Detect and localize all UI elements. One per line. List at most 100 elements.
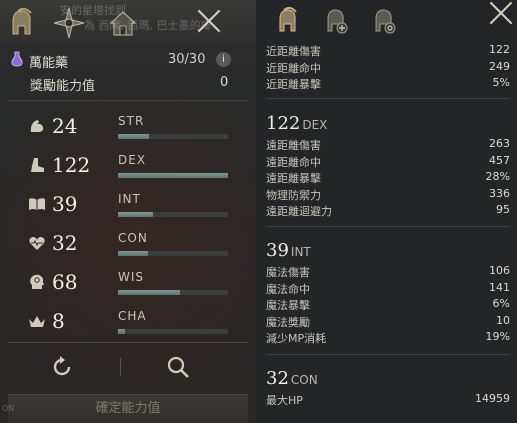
helmet-gear-tab-icon[interactable] [368,6,398,36]
stat-name: STR [118,114,145,128]
section-divider [266,226,510,227]
section-divider [266,354,510,355]
stat-row: 魔法命中 141 [266,281,510,298]
row-label: 遠距離暴擊 [266,172,321,185]
row-label: 近距離暴擊 [266,78,321,91]
row-value: 6% [492,297,510,310]
stat-dex[interactable]: 122 DEX [28,153,233,187]
divider [8,100,248,101]
row-label: 魔法命中 [266,282,310,296]
stat-name: DEX [118,153,147,167]
close-icon[interactable] [488,0,514,26]
row-label: 魔法暴擊 [266,299,310,312]
warrior-helmet-icon[interactable] [4,6,38,40]
stat-row: 物理防禦力 336 [266,187,510,204]
con-section: 32 CON 最大HP 14959 [266,368,510,409]
bonus-points-label: 獎勵能力值 [30,79,96,94]
stat-value: 39 [52,192,78,216]
helmet-tab-icon[interactable] [272,6,302,36]
row-value: 263 [489,137,510,150]
stat-allocation-panel: 安的星塔找到 為 西陽, 西瑪, 巴士墨的庫 萬能藥 30/30 i 獎勵能力值… [0,0,256,423]
stat-row: 魔法傷害 106 [266,264,510,281]
section-heading: 32 CON [266,368,510,392]
stat-bar-fill [118,290,180,295]
stat-value: 8 [52,309,65,333]
stat-row: 近距離暴擊 5% [266,76,510,93]
row-label: 遠距離傷害 [266,139,321,152]
stat-bar-fill [118,212,154,217]
stat-bar-fill [118,329,125,334]
section-abbr: CON [290,373,318,387]
row-value: 14959 [475,392,510,405]
stat-row: 最大HP 14959 [266,392,510,409]
stat-value: 32 [52,231,78,255]
stat-row: 遠距離暴擊 28% [266,170,510,187]
stat-row: 遠距離命中 457 [266,154,510,171]
elixir-label: 萬能藥 [29,56,69,71]
row-label: 遠距離迴避力 [266,205,332,218]
bicep-icon [30,120,44,132]
dex-section: 122 DEX 遠距離傷害 263 遠距離命中 457 遠距離暴擊 28% 物理防禦力 3… [266,113,510,220]
stat-bar [118,290,228,295]
background-quest-text-1: 安的星塔找到 [60,4,126,17]
corner-label: ON [2,404,15,413]
row-label: 遠距離命中 [266,155,321,169]
row-value: 336 [489,186,510,200]
bonus-points-row: 獎勵能力值 0 [30,75,230,94]
str-stat-rows: 近距離傷害 122 近距離命中 249 近距離暴擊 5% [266,43,510,93]
stat-value: 68 [52,270,78,294]
stat-bar-fill [118,251,148,256]
stat-con[interactable]: 32 CON [28,231,233,265]
reset-icon[interactable] [49,354,75,380]
stat-cha[interactable]: 8 CHA [28,309,233,343]
row-value: 10 [496,313,510,327]
row-value: 106 [489,264,510,277]
elixir-potion-icon [11,51,23,67]
helmet-plus-tab-icon[interactable] [320,6,350,36]
stat-name: WIS [118,270,145,284]
stat-details-panel: 近距離傷害 122 近距離命中 249 近距離暴擊 5% 122 DEX 遠距離傷害 26… [256,0,517,423]
stat-row: 魔法暴擊 6% [266,297,510,314]
head-icon [30,274,44,289]
elixir-row: 萬能藥 30/30 i [10,50,246,71]
section-abbr: DEX [302,118,328,132]
stat-row: 近距離命中 249 [266,60,510,77]
info-icon[interactable]: i [216,52,231,67]
section-heading: 122 DEX [266,113,510,137]
boot-icon [31,158,44,172]
section-abbr: INT [290,245,311,259]
section-value: 122 [266,113,301,134]
row-value: 19% [485,330,510,343]
row-value: 457 [489,153,510,167]
crown-icon [29,316,45,327]
book-icon [29,198,45,210]
detail-tabs [256,0,517,42]
stat-bar-fill [118,134,149,139]
row-label: 減少MP消耗 [266,332,327,345]
search-icon[interactable] [165,354,191,380]
stat-value: 24 [52,114,78,138]
row-value: 122 [489,43,510,56]
stat-row: 遠距離迴避力 95 [266,203,510,220]
stat-row: 魔法獎勵 10 [266,314,510,331]
stat-bar [118,251,228,256]
toolbar-separator [120,358,121,376]
close-icon[interactable] [196,8,222,34]
stat-name: CON [118,231,148,245]
row-value: 5% [492,76,510,89]
row-label: 近距離命中 [266,61,321,75]
stat-row: 近距離傷害 122 [266,43,510,60]
stat-str[interactable]: 24 STR [28,114,233,148]
stat-bar [118,329,228,334]
stat-int[interactable]: 39 INT [28,192,233,226]
bonus-points-value: 0 [220,75,229,90]
stat-wis[interactable]: 68 WIS [28,270,233,304]
divider [8,342,248,343]
confirm-stats-button[interactable]: 確定能力值 [8,394,248,423]
row-label: 近距離傷害 [266,45,321,58]
stat-name: CHA [118,309,147,323]
section-heading: 39 INT [266,240,510,264]
row-value: 95 [496,203,510,216]
row-value: 141 [489,280,510,294]
elixir-count: 30/30 [168,52,206,67]
